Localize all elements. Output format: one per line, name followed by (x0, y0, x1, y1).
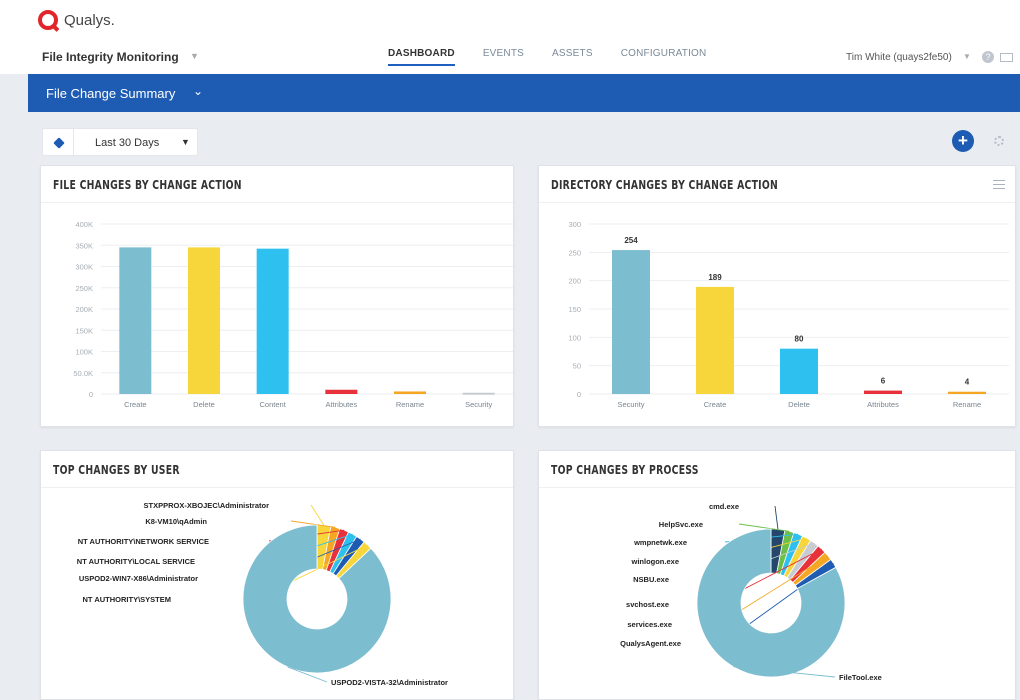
slice-label: cmd.exe (709, 502, 739, 511)
slice-label: NSBU.exe (633, 575, 669, 584)
bar (612, 250, 650, 394)
slice-label: K8-VM10\qAdmin (145, 517, 207, 526)
module-selector[interactable]: File Integrity Monitoring (42, 50, 179, 64)
dashboard-selector[interactable]: File Change Summary (46, 86, 175, 101)
user-menu[interactable]: Tim White (quays2fe50) (846, 52, 952, 63)
bar (780, 348, 818, 394)
chevron-down-icon[interactable]: ▼ (963, 52, 971, 61)
dashboard-header: File Change Summary ⌄ (28, 74, 1020, 112)
slice-label: NT AUTHORITY\NETWORK SERVICE (78, 537, 209, 546)
slice-label: NT AUTHORITY\SYSTEM (83, 595, 171, 604)
data-label: 4 (965, 378, 970, 387)
slice-label: USPOD2-WIN7-X86\Administrator (79, 574, 198, 583)
data-label: 6 (881, 377, 886, 386)
mail-icon[interactable] (1000, 53, 1013, 62)
slice-label: USPOD2-VISTA-32\Administrator (331, 678, 448, 687)
data-label: 189 (708, 273, 722, 282)
qualys-logo-icon (38, 10, 58, 30)
tab-dashboard[interactable]: DASHBOARD (388, 48, 455, 66)
x-tick-label: Create (124, 400, 147, 409)
file-changes-panel: FILE CHANGES BY CHANGE ACTION 0 50.0K 100K… (40, 165, 514, 427)
panel-title: TOP CHANGES BY PROCESS (551, 463, 699, 477)
tag-icon[interactable] (53, 137, 65, 149)
main-nav: DASHBOARD EVENTS ASSETS CONFIGURATION (388, 48, 734, 66)
tab-assets[interactable]: ASSETS (552, 48, 593, 66)
menu-icon[interactable] (993, 180, 1005, 189)
y-tick-label: 50.0K (73, 369, 93, 378)
y-tick-label: 50 (573, 362, 581, 371)
slice-label: winlogon.exe (630, 557, 679, 566)
panel-title: DIRECTORY CHANGES BY CHANGE ACTION (551, 178, 779, 192)
leader-line (774, 505, 779, 530)
slice-label: FileTool.exe (839, 673, 882, 682)
y-tick-label: 0 (577, 390, 581, 399)
y-tick-label: 350K (75, 241, 93, 250)
gear-icon[interactable] (994, 136, 1004, 146)
directory-changes-chart: 0 50 100 150 200 250 300 Security 254 Create 189 De… (568, 220, 1009, 409)
bar (119, 247, 152, 394)
x-tick-label: Security (465, 400, 492, 409)
y-tick-label: 300K (75, 263, 93, 272)
tab-configuration[interactable]: CONFIGURATION (621, 48, 707, 66)
leader-line (310, 504, 325, 526)
data-label: 254 (624, 236, 638, 245)
directory-changes-panel: DIRECTORY CHANGES BY CHANGE ACTION 0 50 10… (538, 165, 1016, 427)
bar (325, 389, 358, 394)
data-label: 80 (795, 335, 804, 344)
panel-title: FILE CHANGES BY CHANGE ACTION (53, 178, 242, 192)
slice-label: STXPPROX-XBOJEC\Administrator (144, 501, 270, 510)
y-tick-label: 0 (89, 390, 93, 399)
slice-label: svchost.exe (626, 600, 669, 609)
slice-label: QualysAgent.exe (620, 639, 681, 648)
slice-label: wmpnetwk.exe (633, 538, 687, 547)
panel-title: TOP CHANGES BY USER (53, 463, 180, 477)
y-tick-label: 250K (75, 284, 93, 293)
y-tick-label: 150K (75, 326, 93, 335)
y-tick-label: 300 (568, 220, 581, 229)
file-changes-chart: 0 50.0K 100K 150K 200K 250K 300K 350K 400K Create… (73, 220, 513, 409)
bar (188, 247, 220, 394)
y-tick-label: 100 (568, 333, 581, 342)
x-tick-label: Content (260, 400, 287, 409)
bar (948, 391, 986, 394)
x-tick-label: Rename (953, 400, 981, 409)
add-widget-button[interactable]: + (952, 130, 974, 152)
bar (696, 286, 734, 394)
x-tick-label: Attributes (867, 400, 899, 409)
top-bar: Qualys. File Integrity Monitoring ▼ DASH… (0, 0, 1020, 74)
bar (864, 390, 902, 394)
chevron-down-icon[interactable]: ⌄ (193, 84, 203, 98)
bar (394, 391, 426, 394)
slice-label: services.exe (627, 620, 672, 629)
x-tick-label: Create (704, 400, 727, 409)
top-process-chart: cmd.exe HelpSvc.exe wmpnetwk.exe winlogon.e… (620, 502, 882, 682)
chevron-down-icon[interactable]: ▼ (181, 137, 190, 147)
x-tick-label: Rename (396, 400, 424, 409)
x-tick-label: Delete (788, 400, 810, 409)
qualys-logo[interactable]: Qualys. (38, 10, 115, 30)
slice-label: NT AUTHORITY\LOCAL SERVICE (77, 557, 195, 566)
bar (256, 248, 289, 394)
y-tick-label: 200K (75, 305, 93, 314)
tab-events[interactable]: EVENTS (483, 48, 524, 66)
y-tick-label: 200 (568, 277, 581, 286)
x-tick-label: Security (617, 400, 644, 409)
help-icon[interactable]: ? (982, 51, 994, 63)
chevron-down-icon[interactable]: ▼ (190, 51, 199, 61)
date-range-label[interactable]: Last 30 Days (95, 137, 159, 149)
brand-name: Qualys. (64, 11, 115, 29)
y-tick-label: 250 (568, 248, 581, 257)
y-tick-label: 400K (75, 220, 93, 229)
date-filter[interactable]: Last 30 Days ▼ (42, 128, 198, 157)
slice-label: HelpSvc.exe (659, 520, 703, 529)
bar (462, 392, 495, 395)
divider (73, 129, 74, 157)
y-tick-label: 150 (568, 305, 581, 314)
top-user-chart: STXPPROX-XBOJEC\Administrator K8-VM10\qAd… (77, 501, 448, 687)
y-tick-label: 100K (75, 348, 93, 357)
x-tick-label: Attributes (325, 400, 357, 409)
top-user-panel: TOP CHANGES BY USER STXPPROX-XBOJEC\Admi… (40, 450, 514, 700)
top-process-panel: TOP CHANGES BY PROCESS cmd.exe HelpSvc.ex… (538, 450, 1016, 700)
x-tick-label: Delete (193, 400, 215, 409)
